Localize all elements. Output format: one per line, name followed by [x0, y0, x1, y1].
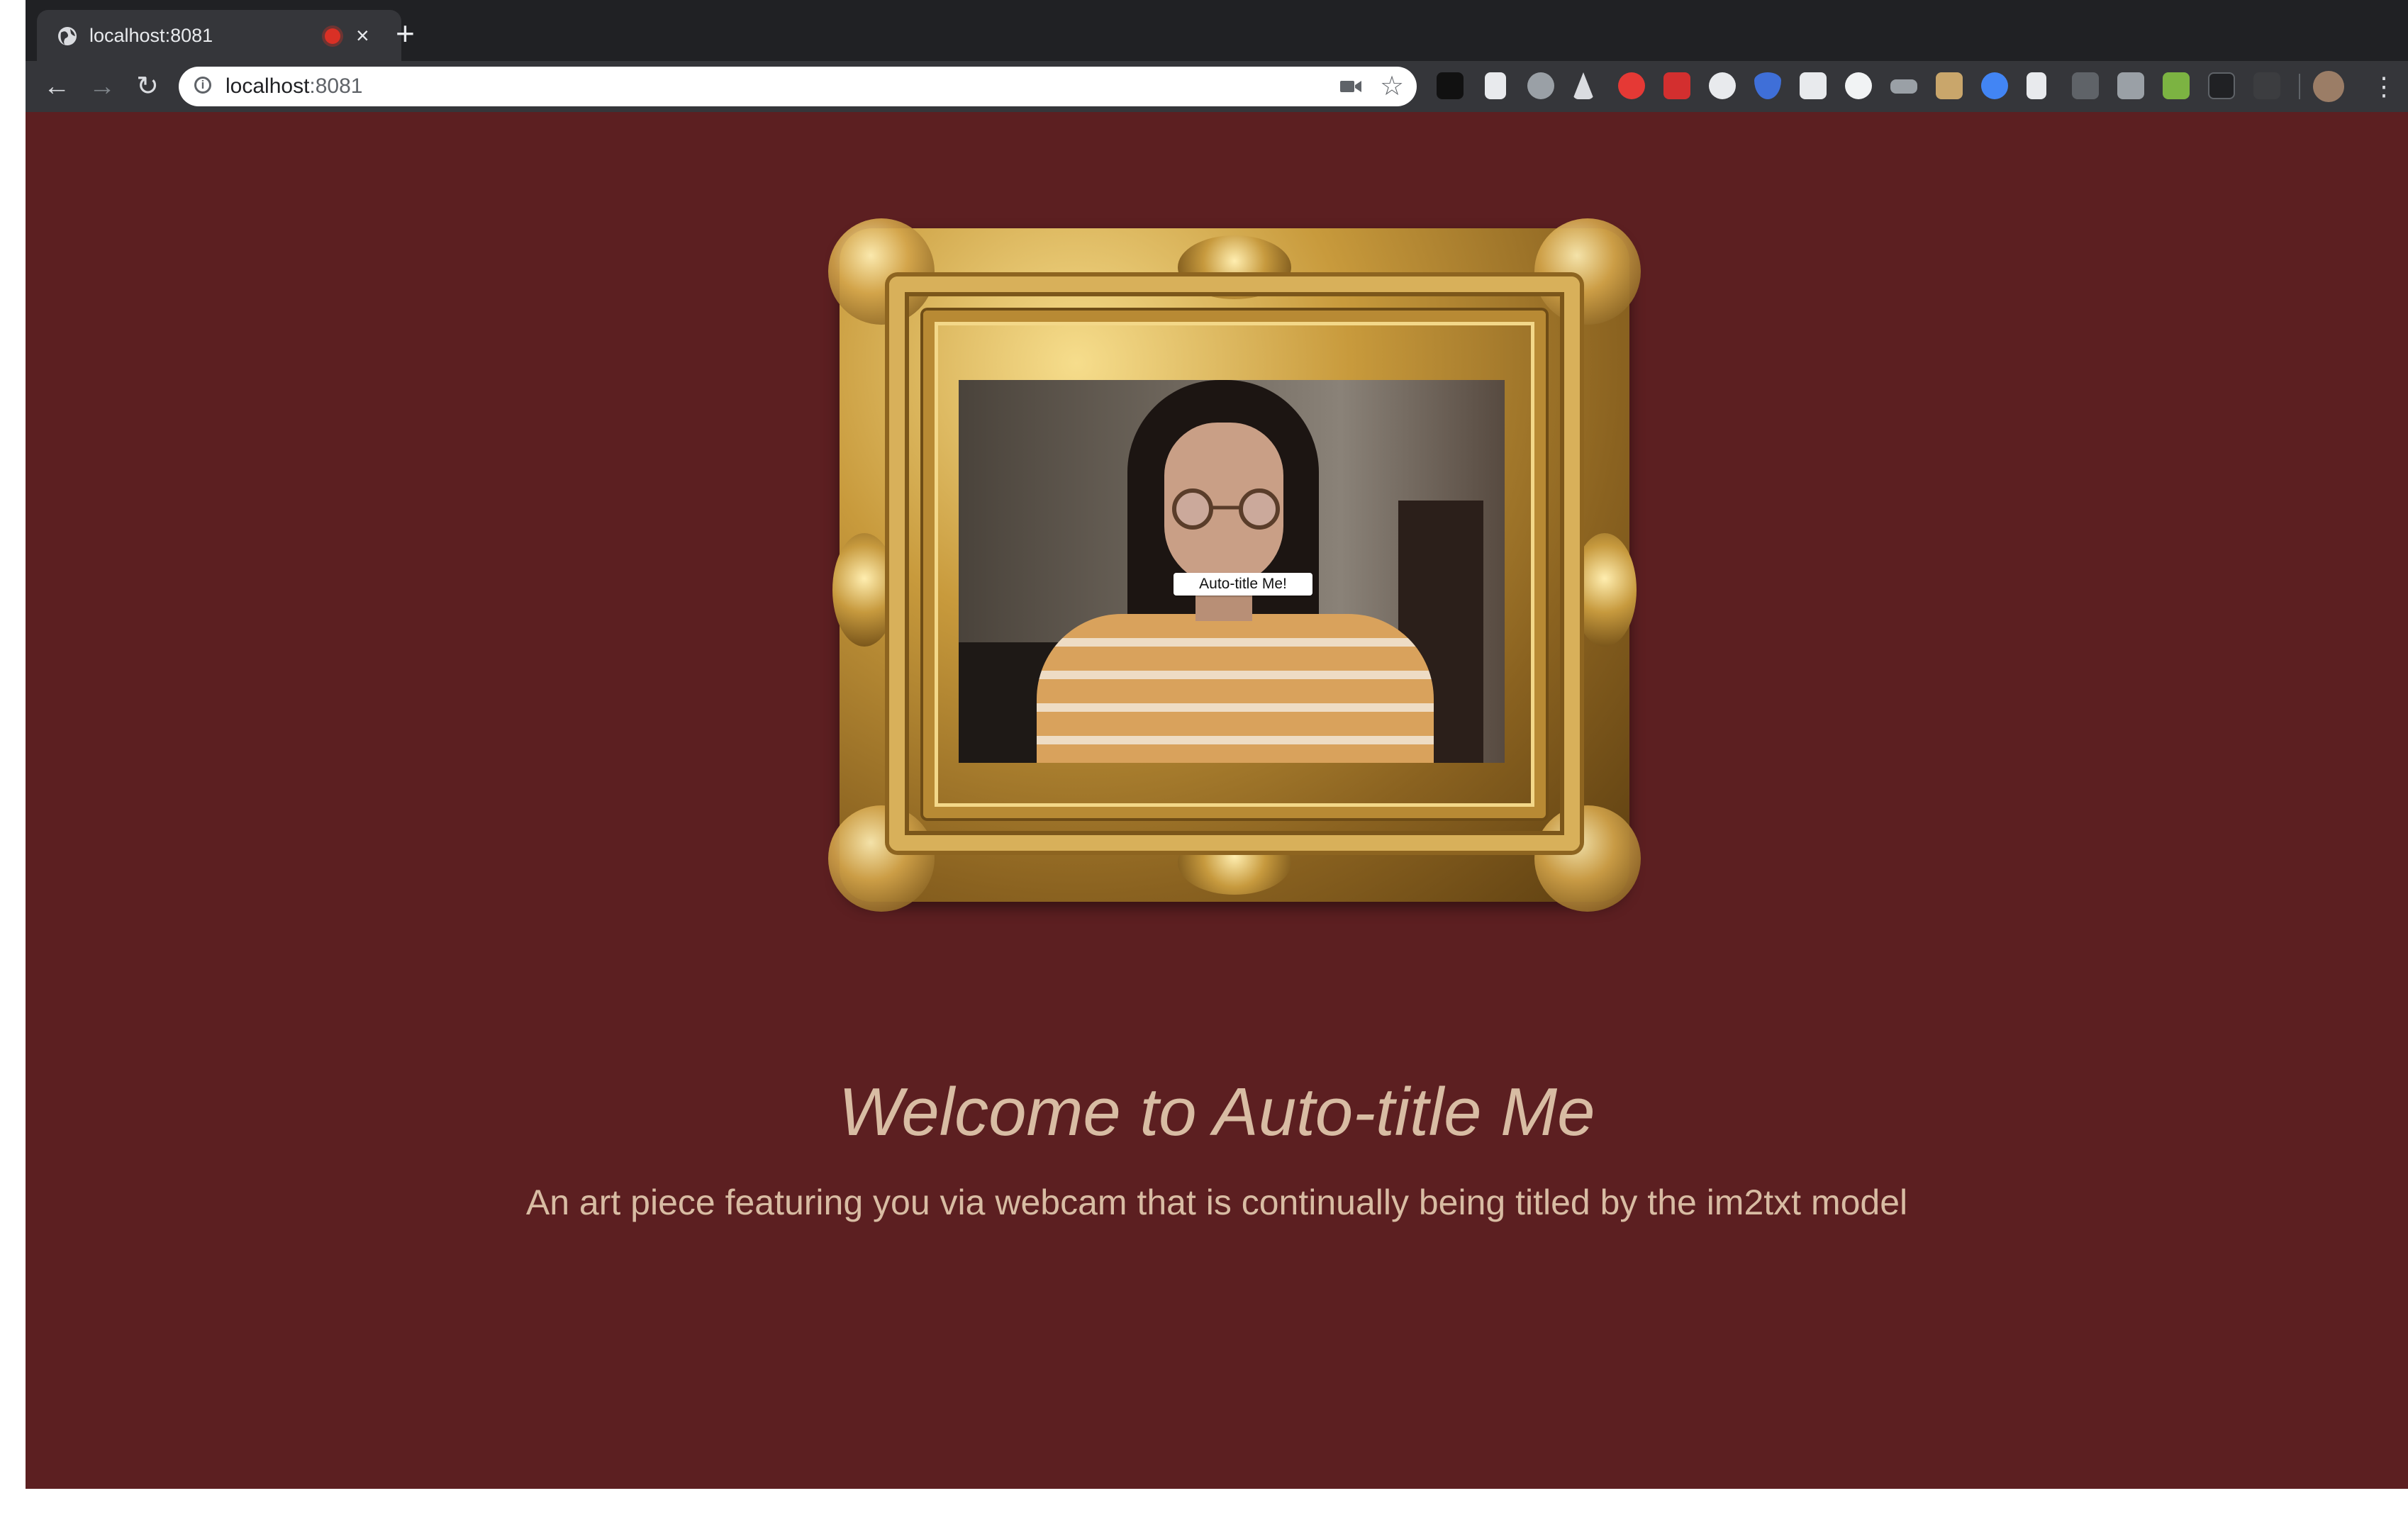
browser-toolbar: ← → ↻ i localhost:8081 ☆ ⋮	[26, 61, 2408, 112]
toolbar-divider	[2299, 74, 2300, 99]
extension-icon-16[interactable]	[2117, 72, 2144, 99]
extension-icon-19[interactable]	[2253, 72, 2280, 99]
extension-icon-7[interactable]	[1709, 72, 1736, 99]
page-title: Welcome to Auto-title Me	[838, 1074, 1595, 1150]
page-subtitle: An art piece featuring you via webcam th…	[525, 1183, 1908, 1222]
extension-icon-1[interactable]	[1437, 72, 1464, 99]
person-shirt	[1037, 614, 1434, 763]
camera-icon[interactable]	[1339, 78, 1363, 95]
url-text[interactable]: localhost:8081	[225, 74, 362, 99]
webcam-video	[959, 380, 1505, 763]
browser-window: localhost:8081 × + ← → ↻ i localhost:808…	[26, 0, 2408, 1489]
extension-icon-18[interactable]	[2208, 72, 2235, 99]
recording-icon	[325, 28, 340, 44]
close-tab-icon[interactable]: ×	[356, 24, 369, 47]
globe-icon	[58, 27, 77, 45]
back-button[interactable]: ←	[38, 68, 75, 105]
extension-icon-17[interactable]	[2163, 72, 2190, 99]
auto-title-button[interactable]: Auto-title Me!	[1174, 573, 1312, 596]
reload-button[interactable]: ↻	[129, 68, 166, 105]
bookmark-star-icon[interactable]: ☆	[1380, 71, 1404, 102]
tab-strip: localhost:8081 × +	[26, 0, 2408, 61]
url-port: :8081	[309, 74, 363, 98]
frame-right-ornament	[1573, 533, 1637, 647]
profile-avatar[interactable]	[2313, 71, 2344, 102]
url-host: localhost	[225, 74, 310, 98]
menu-icon[interactable]: ⋮	[2371, 69, 2397, 104]
extension-icon-3[interactable]	[1527, 72, 1554, 99]
extension-icon-9[interactable]	[1800, 72, 1827, 99]
extension-icon-14[interactable]	[2027, 72, 2046, 99]
new-tab-button[interactable]: +	[396, 17, 415, 50]
tab-title: localhost:8081	[89, 25, 213, 46]
extension-icon-10[interactable]	[1845, 72, 1872, 99]
extension-icon-8[interactable]	[1754, 72, 1781, 99]
extension-icon-5[interactable]	[1618, 72, 1645, 99]
extension-icon-13[interactable]	[1981, 72, 2008, 99]
extension-icon-15[interactable]	[2072, 72, 2099, 99]
extension-icon-12[interactable]	[1936, 72, 1963, 99]
frame-left-ornament	[832, 533, 896, 647]
forward-button[interactable]: →	[84, 68, 121, 105]
address-bar[interactable]: i localhost:8081 ☆	[179, 67, 1417, 106]
extension-icon-2[interactable]	[1485, 72, 1506, 99]
extension-icon-6[interactable]	[1663, 72, 1690, 99]
extension-icon-11[interactable]	[1890, 79, 1917, 94]
person-glasses	[1172, 488, 1280, 530]
extension-icon-4[interactable]	[1573, 72, 1594, 99]
tab-localhost[interactable]: localhost:8081 ×	[37, 10, 401, 61]
site-info-icon[interactable]: i	[194, 77, 211, 94]
